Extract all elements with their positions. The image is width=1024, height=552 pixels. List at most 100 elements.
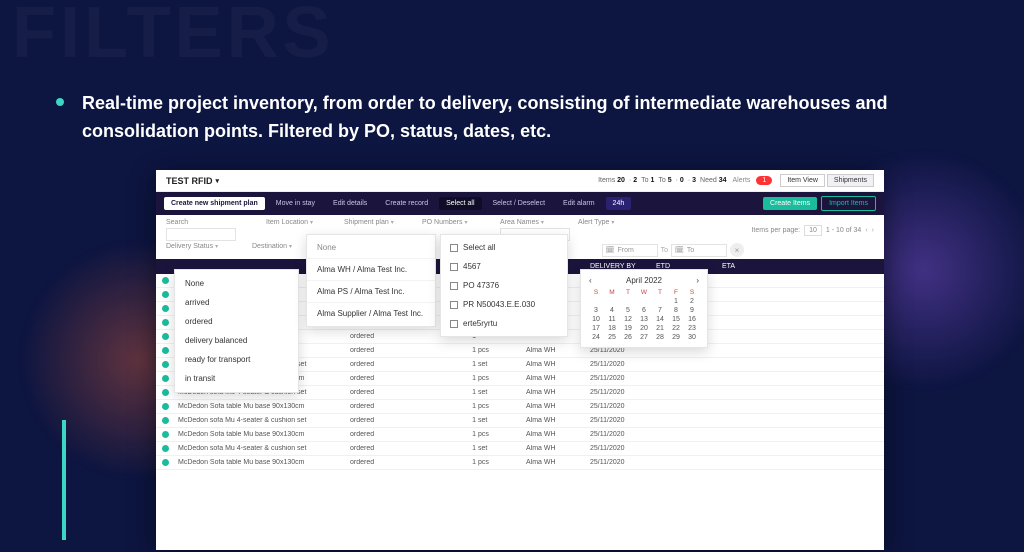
calendar-day[interactable]: 7: [653, 307, 667, 314]
calendar-dow: S: [685, 289, 699, 296]
po-option-label: PR N50043.E.E.030: [463, 300, 535, 309]
cell-delivery: 25/11/2020: [590, 431, 654, 438]
calendar-dow: T: [653, 289, 667, 296]
calendar-day[interactable]: 22: [669, 325, 683, 332]
calendar-day[interactable]: 18: [605, 325, 619, 332]
table-row[interactable]: McDedon sofa Mu 4-seater & cushion setor…: [156, 442, 884, 456]
cell-unit: pcs: [478, 347, 524, 354]
calendar-day[interactable]: 25: [605, 334, 619, 341]
checkbox-icon: [450, 282, 458, 290]
location-option[interactable]: Alma Supplier / Alma Test Inc.: [307, 302, 435, 324]
table-row[interactable]: McDedon Sofa table Mu base 90x130cmorder…: [156, 428, 884, 442]
toolbar-24h-button[interactable]: 24h: [606, 197, 632, 210]
status-option[interactable]: arrived: [175, 293, 298, 312]
calendar-day[interactable]: 2: [685, 298, 699, 305]
calendar-dow: M: [605, 289, 619, 296]
calendar-day[interactable]: 6: [637, 307, 651, 314]
location-option[interactable]: Alma WH / Alma Test Inc.: [307, 258, 435, 280]
toolbar-btn-3[interactable]: Edit details: [326, 197, 374, 210]
cell-delivery: 25/11/2020: [590, 403, 654, 410]
toolbar-btn-2[interactable]: Move in stay: [269, 197, 322, 210]
toolbar-btn-7[interactable]: Edit alarm: [556, 197, 602, 210]
calendar-day[interactable]: 17: [589, 325, 603, 332]
calendar-day[interactable]: 28: [653, 334, 667, 341]
calendar-day[interactable]: 26: [621, 334, 635, 341]
status-option[interactable]: ready for transport: [175, 350, 298, 369]
calendar-day[interactable]: 27: [637, 334, 651, 341]
page-next-button[interactable]: ›: [872, 227, 874, 234]
date-to-input[interactable]: 🗓To: [671, 244, 727, 257]
po-option[interactable]: Select all: [441, 238, 567, 257]
col-eta[interactable]: ETA: [722, 263, 780, 270]
table-row[interactable]: McDedon Sofa table Mu base 90x130cmorder…: [156, 456, 884, 470]
calendar-day[interactable]: 9: [685, 307, 699, 314]
calendar-day[interactable]: 16: [685, 316, 699, 323]
calendar-day[interactable]: 1: [669, 298, 683, 305]
item-location-filter[interactable]: Item Location▾: [266, 219, 334, 226]
status-option[interactable]: delivery balanced: [175, 331, 298, 350]
bullet-dot-icon: [56, 98, 64, 106]
import-items-button[interactable]: Import Items: [821, 196, 876, 211]
calendar-day[interactable]: 13: [637, 316, 651, 323]
date-from-input[interactable]: 🗓From: [602, 244, 658, 257]
po-numbers-filter[interactable]: PO Numbers▾: [422, 219, 490, 226]
calendar-day[interactable]: 3: [589, 307, 603, 314]
area-names-filter[interactable]: Area Names▾: [500, 219, 568, 226]
search-input[interactable]: [166, 228, 236, 241]
cell-status: ordered: [350, 403, 428, 410]
create-items-button[interactable]: Create Items: [763, 197, 817, 210]
location-option[interactable]: None: [307, 237, 435, 258]
cell-description: McDedon Sofa table Mu base 90x130cm: [178, 459, 348, 466]
calendar-day[interactable]: 30: [685, 334, 699, 341]
shipment-plan-filter[interactable]: Shipment plan▾: [344, 219, 412, 226]
page-prev-button[interactable]: ‹: [865, 227, 867, 234]
calendar-day[interactable]: 23: [685, 325, 699, 332]
items-per-page-select[interactable]: 10: [804, 225, 822, 236]
delivery-status-filter[interactable]: Delivery Status▾: [166, 243, 242, 250]
select-all-button[interactable]: Select all: [439, 197, 481, 210]
cell-delivery: 25/11/2020: [590, 347, 654, 354]
calendar-day[interactable]: 4: [605, 307, 619, 314]
destination-filter[interactable]: Destination▾: [252, 243, 312, 250]
po-option[interactable]: erte5ryrtu: [441, 314, 567, 333]
project-selector[interactable]: TEST RFID ▾: [166, 176, 219, 186]
calendar-icon: 🗓: [606, 246, 615, 254]
calendar-month: April 2022: [626, 276, 662, 285]
calendar-day[interactable]: 19: [621, 325, 635, 332]
calendar-day[interactable]: 5: [621, 307, 635, 314]
calendar-day[interactable]: 12: [621, 316, 635, 323]
calendar-next-button[interactable]: ›: [696, 276, 699, 285]
alerts-badge[interactable]: 1: [756, 176, 772, 185]
view-shipments-button[interactable]: Shipments: [827, 174, 874, 187]
calendar-day[interactable]: 29: [669, 334, 683, 341]
calendar-day[interactable]: 14: [653, 316, 667, 323]
calendar-day[interactable]: 8: [669, 307, 683, 314]
toolbar-btn-6[interactable]: Select / Deselect: [486, 197, 553, 210]
cell-qty: 1: [430, 361, 476, 368]
status-dot-icon: [162, 445, 169, 452]
status-option[interactable]: ordered: [175, 312, 298, 331]
po-option[interactable]: 4567: [441, 257, 567, 276]
chevron-down-icon: ▾: [216, 177, 220, 185]
calendar-day[interactable]: 21: [653, 325, 667, 332]
table-row[interactable]: McDedon Sofa table Mu base 90x130cmorder…: [156, 400, 884, 414]
calendar-day[interactable]: 10: [589, 316, 603, 323]
status-dot-icon: [162, 417, 169, 424]
alert-type-filter[interactable]: Alert Type▾: [578, 219, 638, 226]
clear-dates-button[interactable]: ×: [730, 243, 744, 257]
po-option[interactable]: PR N50043.E.E.030: [441, 295, 567, 314]
view-item-button[interactable]: Item View: [780, 174, 825, 187]
create-shipment-plan-button[interactable]: Create new shipment plan: [164, 197, 265, 210]
location-option[interactable]: Alma PS / Alma Test Inc.: [307, 280, 435, 302]
toolbar-btn-4[interactable]: Create record: [378, 197, 435, 210]
chevron-down-icon: ▾: [611, 219, 614, 226]
calendar-prev-button[interactable]: ‹: [589, 276, 592, 285]
table-row[interactable]: McDedon sofa Mu 4-seater & cushion setor…: [156, 414, 884, 428]
po-option[interactable]: PO 47376: [441, 276, 567, 295]
status-option[interactable]: in transit: [175, 369, 298, 388]
calendar-day[interactable]: 24: [589, 334, 603, 341]
calendar-day[interactable]: 20: [637, 325, 651, 332]
status-option[interactable]: None: [175, 274, 298, 293]
calendar-day[interactable]: 15: [669, 316, 683, 323]
calendar-day[interactable]: 11: [605, 316, 619, 323]
